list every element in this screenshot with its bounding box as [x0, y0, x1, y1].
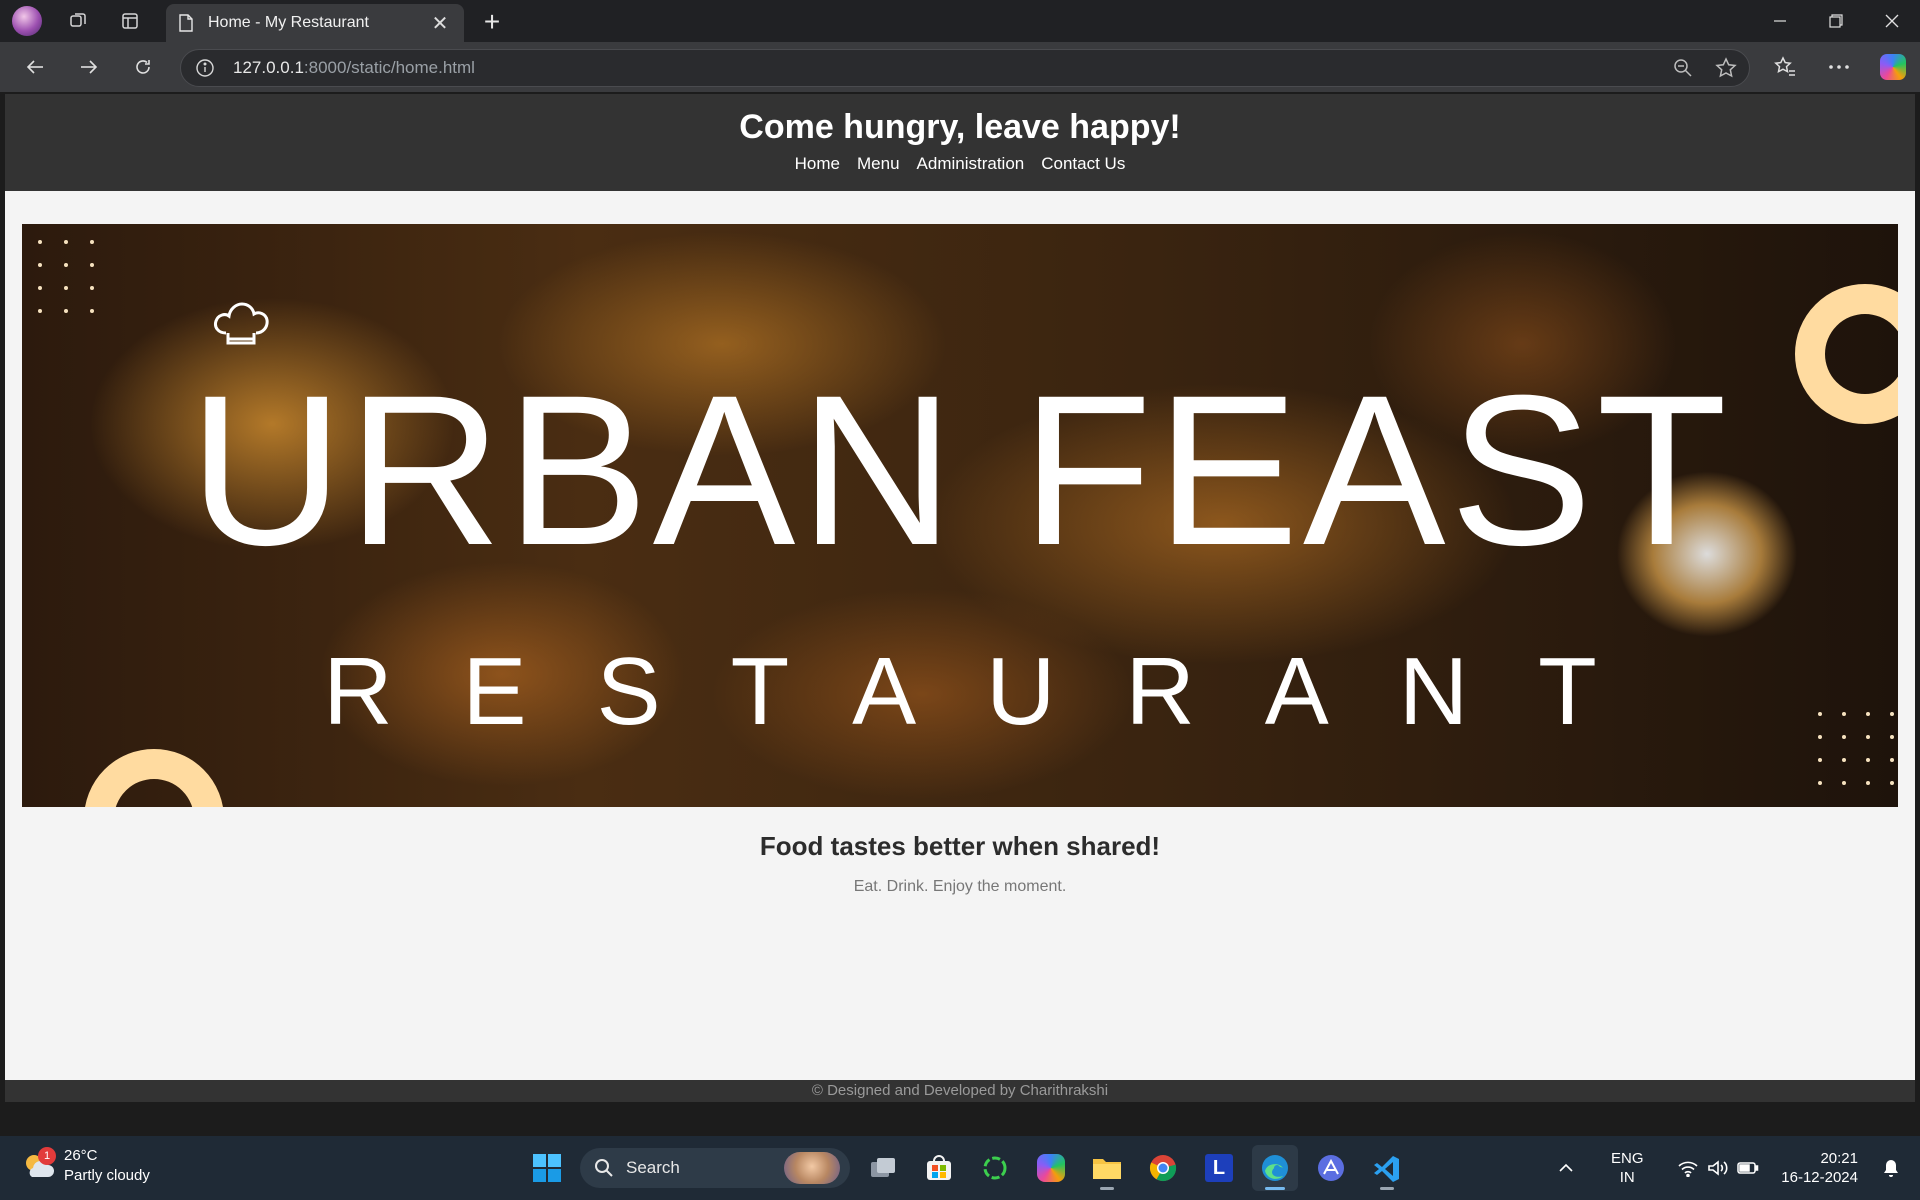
back-icon[interactable] [8, 42, 62, 92]
tagline: Food tastes better when shared! [759, 831, 1161, 861]
edge-icon[interactable] [1252, 1145, 1298, 1191]
browser-toolbar: 127.0.0.1:8000/static/home.html [0, 42, 1920, 92]
weather-desc: Partly cloudy [64, 1167, 150, 1184]
file-explorer-icon[interactable] [1084, 1145, 1130, 1191]
chevron-up-icon[interactable] [1551, 1163, 1581, 1173]
search-label: Search [626, 1158, 680, 1177]
address-bar[interactable]: 127.0.0.1:8000/static/home.html [180, 49, 1750, 87]
close-tab-icon[interactable]: ✕ [428, 11, 452, 35]
clock-time: 20:21 [1820, 1150, 1858, 1167]
favorites-icon[interactable] [1758, 42, 1812, 92]
language-indicator[interactable]: ENG IN [1603, 1149, 1651, 1187]
lang-line-1: ENG [1611, 1150, 1644, 1167]
system-clock[interactable]: 20:21 16-12-2024 [1781, 1149, 1858, 1187]
sync-app-icon[interactable] [972, 1145, 1018, 1191]
site-header: Come hungry, leave happy! Home Menu Admi… [5, 94, 1915, 191]
workspaces-icon[interactable] [52, 0, 104, 42]
new-tab-button[interactable]: + [474, 4, 510, 40]
url-host: 127.0.0.1 [233, 58, 304, 77]
more-options-icon[interactable] [1812, 42, 1866, 92]
page-icon [179, 14, 193, 32]
lang-line-2: IN [1619, 1169, 1635, 1186]
search-icon [595, 1159, 613, 1177]
nav-link-contact-us[interactable]: Contact Us [1041, 154, 1125, 174]
clock-date: 16-12-2024 [1781, 1169, 1858, 1186]
partly-cloudy-icon: 1 [22, 1147, 56, 1181]
subline: Eat. Drink. Enjoy the moment. [853, 878, 1067, 895]
notification-bell-icon[interactable] [1876, 1158, 1906, 1178]
refresh-icon[interactable] [116, 42, 170, 92]
chrome-icon[interactable] [1140, 1145, 1186, 1191]
microsoft-store-icon[interactable] [916, 1145, 962, 1191]
hero-banner: URBAN FEAST RESTAURANT [22, 224, 1898, 807]
url-path: :8000/static/home.html [303, 58, 475, 77]
battery-icon[interactable] [1733, 1161, 1763, 1175]
weather-widget[interactable]: 1 26°C Partly cloudy [22, 1146, 150, 1186]
tab-title: Home - My Restaurant [208, 14, 369, 31]
vscode-icon[interactable] [1364, 1145, 1410, 1191]
chef-hat-icon [214, 302, 269, 345]
volume-icon[interactable] [1703, 1159, 1733, 1177]
web-page: Come hungry, leave happy! Home Menu Admi… [5, 94, 1915, 1102]
active-tab[interactable]: Home - My Restaurant ✕ [166, 4, 464, 42]
nav-link-administration[interactable]: Administration [917, 154, 1025, 174]
zoom-out-icon[interactable] [1673, 58, 1693, 78]
l-app-icon[interactable]: L [1196, 1145, 1242, 1191]
weather-temp: 26°C [64, 1147, 98, 1164]
favorite-star-icon[interactable] [1715, 57, 1737, 79]
task-view-icon[interactable] [860, 1145, 906, 1191]
forward-icon[interactable] [62, 42, 116, 92]
windows-logo-icon [533, 1154, 561, 1182]
banner-title: URBAN FEAST [188, 351, 1732, 590]
profile-avatar[interactable] [12, 6, 42, 36]
minimize-icon[interactable] [1752, 0, 1808, 42]
wifi-icon[interactable] [1673, 1159, 1703, 1177]
dot-pattern-top-left [38, 240, 94, 313]
copilot-icon[interactable] [1866, 42, 1920, 92]
url-text[interactable]: 127.0.0.1:8000/static/home.html [233, 58, 475, 78]
vertical-tabs-icon[interactable] [104, 0, 156, 42]
site-info-icon[interactable] [195, 58, 215, 78]
start-button[interactable] [524, 1145, 570, 1191]
site-title: Come hungry, leave happy! [739, 108, 1181, 146]
search-highlight-icon [784, 1152, 840, 1184]
nav-link-menu[interactable]: Menu [857, 154, 900, 174]
taskbar-search[interactable]: Search [580, 1148, 850, 1188]
banner-subtitle: RESTAURANT [323, 638, 1667, 745]
weather-badge: 1 [38, 1147, 56, 1165]
nav-link-home[interactable]: Home [795, 154, 840, 174]
site-footer: © Designed and Developed by Charithraksh… [5, 1080, 1915, 1102]
decorative-ring-bottom-left [84, 749, 224, 807]
arc-app-icon[interactable] [1308, 1145, 1354, 1191]
close-window-icon[interactable] [1864, 0, 1920, 42]
browser-tab-bar: Home - My Restaurant ✕ + [0, 0, 1920, 42]
restore-icon[interactable] [1808, 0, 1864, 42]
site-nav: Home Menu Administration Contact Us [5, 154, 1915, 174]
taskbar: 1 26°C Partly cloudy Search L ENG IN 20:… [0, 1136, 1920, 1200]
copilot-app-icon[interactable] [1028, 1145, 1074, 1191]
